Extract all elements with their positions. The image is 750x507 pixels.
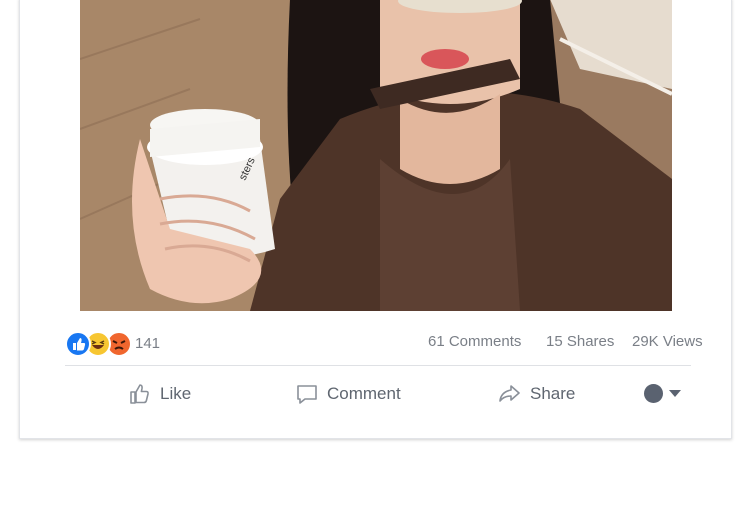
audience-selector[interactable] [644, 384, 681, 403]
like-icon [65, 331, 91, 357]
caret-down-icon [669, 390, 681, 397]
thumbs-up-icon [130, 384, 149, 404]
share-icon [499, 385, 520, 402]
comments-count[interactable]: 61 Comments [428, 333, 521, 350]
comment-label: Comment [327, 384, 401, 403]
share-button[interactable]: Share [498, 381, 575, 407]
post-actions-bar: Like Comment Share [20, 369, 731, 419]
share-label: Share [530, 384, 576, 403]
shares-count[interactable]: 15 Shares [546, 333, 614, 350]
avatar [644, 384, 663, 403]
comment-button[interactable]: Comment [295, 381, 401, 407]
photo-illustration: sters [80, 0, 672, 311]
comment-icon [297, 385, 317, 404]
views-count: 29K Views [632, 333, 703, 350]
post-photo[interactable]: sters [80, 0, 672, 311]
post-card: sters 141 61 Comments 15 Shares 29K View… [19, 0, 732, 439]
stats-divider [65, 365, 691, 366]
reactions-count: 141 [135, 335, 161, 352]
post-stats-bar: 141 61 Comments 15 Shares 29K Views [65, 329, 703, 357]
like-label: Like [160, 384, 192, 403]
like-button[interactable]: Like [128, 381, 191, 407]
